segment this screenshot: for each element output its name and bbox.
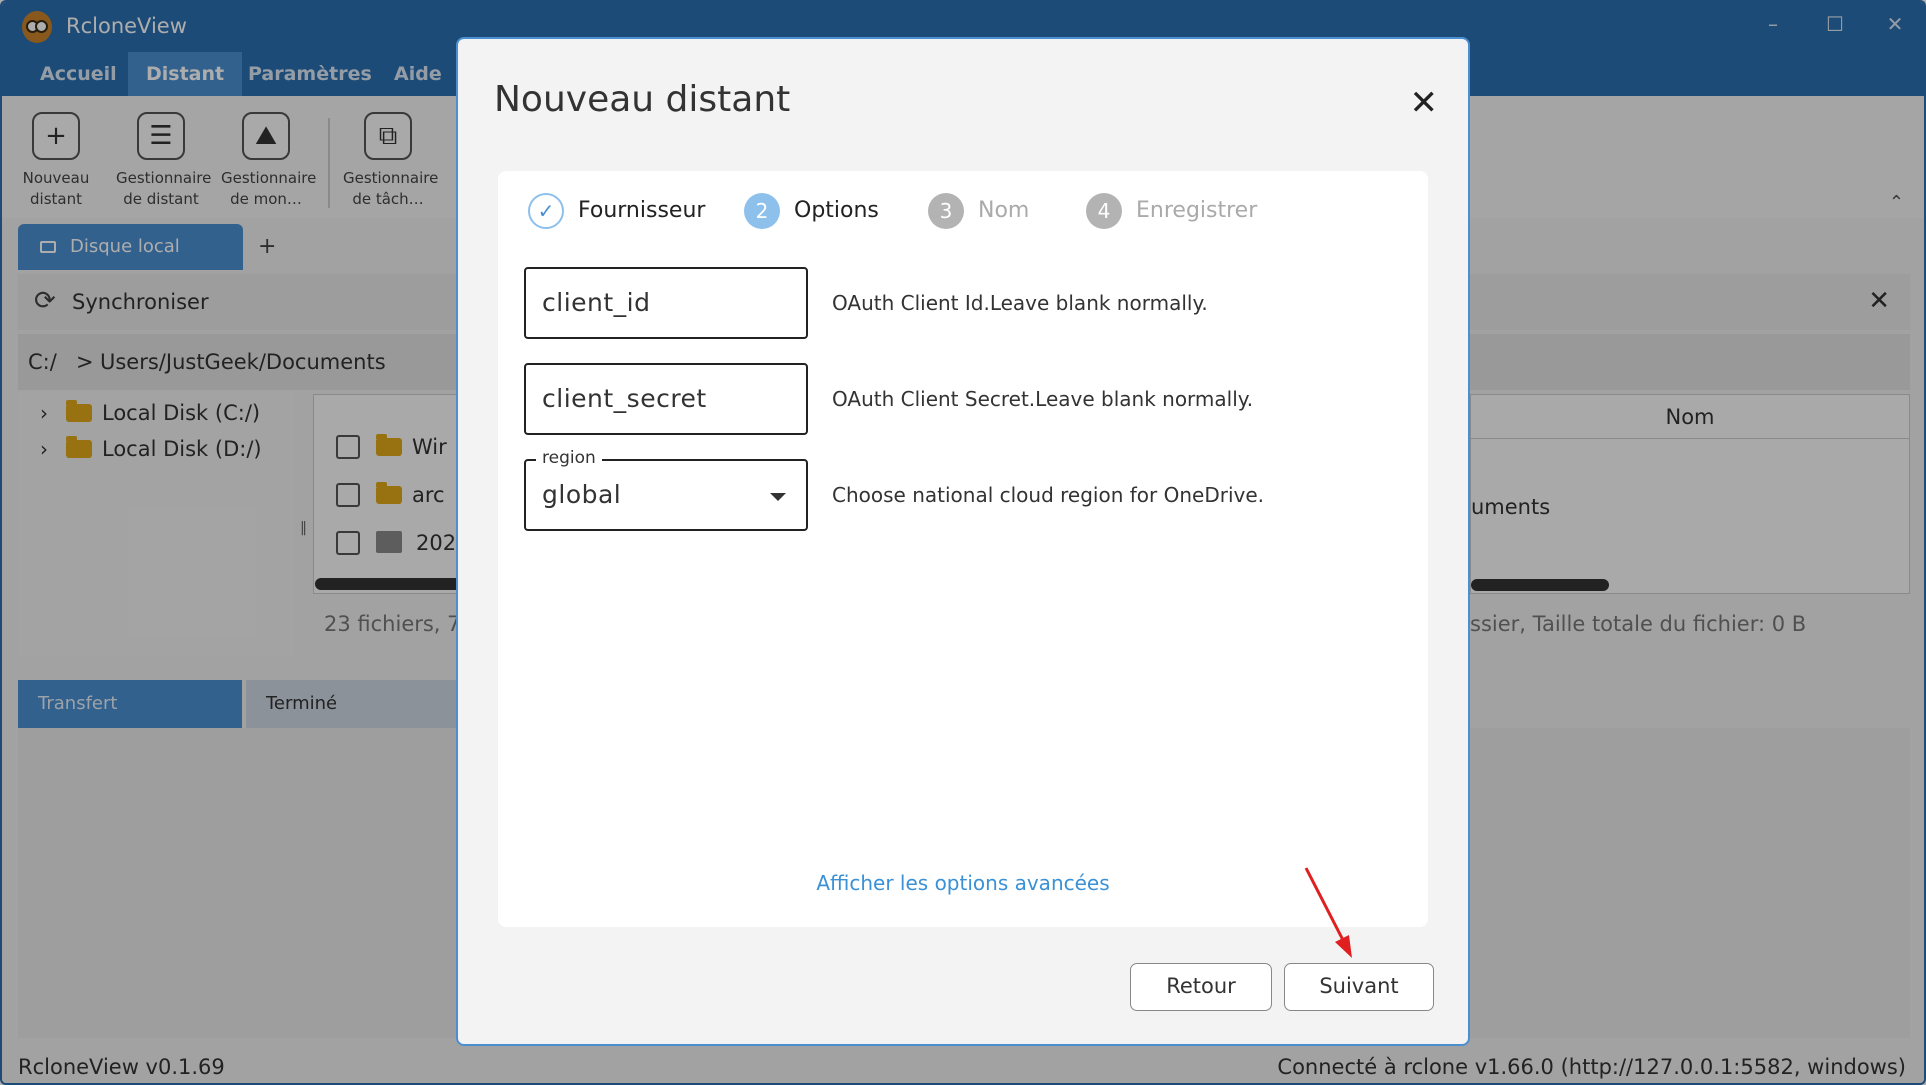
next-button[interactable]: Suivant [1284,963,1434,1011]
field-legend: region [536,448,602,468]
dialog-title: Nouveau distant [494,79,791,120]
back-button[interactable]: Retour [1130,963,1272,1011]
step-nom: 3 Nom [928,191,1029,231]
client-secret-field[interactable]: client_secret [524,363,808,435]
step-number: 3 [928,193,964,229]
dropdown-arrow-icon[interactable] [770,493,786,501]
close-icon[interactable]: ✕ [1410,83,1439,123]
check-icon: ✓ [528,193,564,229]
client-id-field[interactable]: client_id [524,267,808,339]
field-value: client_secret [542,384,707,413]
step-fournisseur: ✓ Fournisseur [528,191,705,231]
region-select[interactable]: region global [524,448,808,531]
field-description: OAuth Client Secret.Leave blank normally… [832,387,1254,411]
field-value: global [542,480,622,509]
dialog-card: ✓ Fournisseur 2 Options 3 Nom 4 Enregistrer … [498,171,1428,927]
field-description: Choose national cloud region for OneDriv… [832,483,1264,507]
advanced-options-link[interactable]: Afficher les options avancées [498,871,1428,895]
field-description: OAuth Client Id.Leave blank normally. [832,291,1208,315]
step-label: Nom [978,198,1030,223]
field-value: client_id [542,288,651,317]
step-label: Fournisseur [578,198,706,223]
step-number: 2 [744,193,780,229]
new-remote-dialog: Nouveau distant ✕ ✓ Fournisseur 2 Options … [456,37,1470,1046]
step-label: Options [794,198,879,223]
step-options: 2 Options [744,191,879,231]
step-number: 4 [1086,193,1122,229]
step-label: Enregistrer [1136,198,1258,223]
step-enregistrer: 4 Enregistrer [1086,191,1257,231]
